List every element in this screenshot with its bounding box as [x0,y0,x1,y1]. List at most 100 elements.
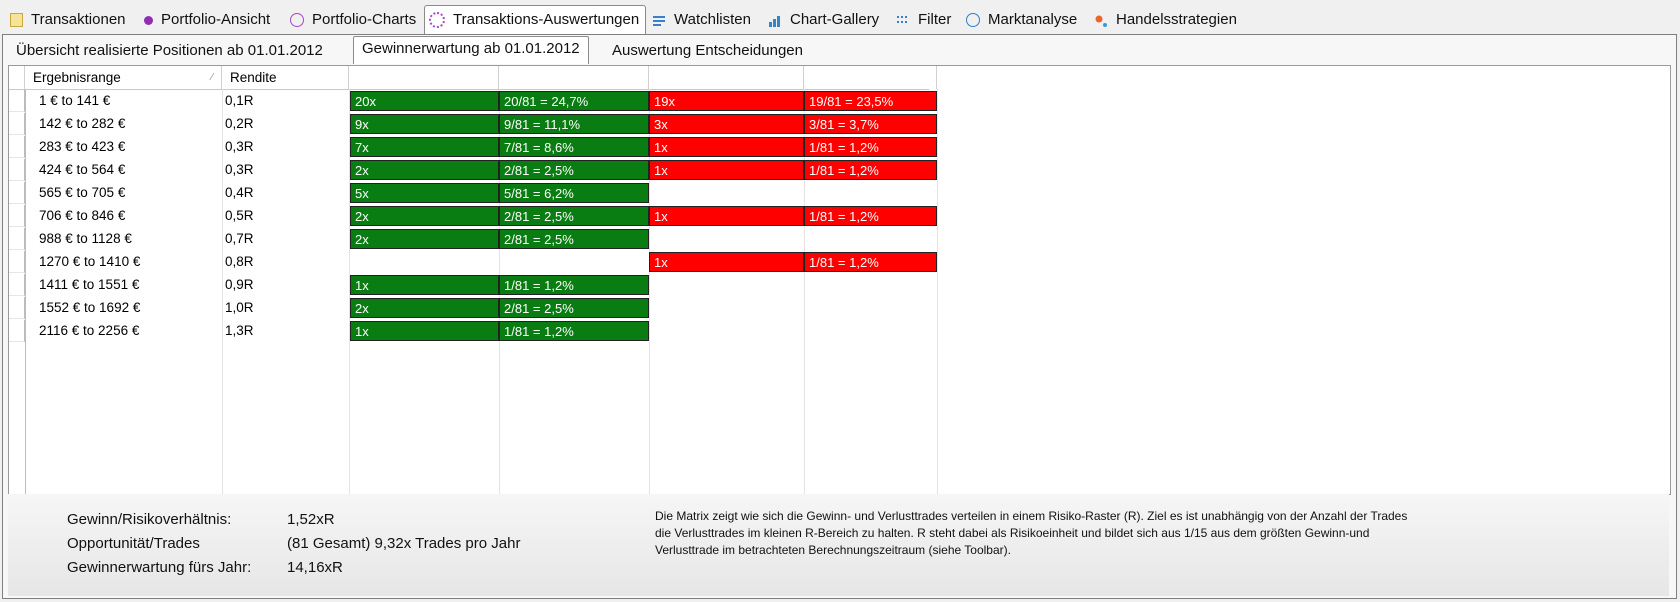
cell-rendite: 0,2R [225,116,254,131]
cell-rendite: 1,3R [225,323,254,338]
win-count-bar: 20x [350,91,499,111]
win-pct-bar: 9/81 = 11,1% [499,114,649,134]
win-count-bar: 2x [350,298,499,318]
op-value: (81 Gesamt) 9,32x Trades pro Jahr [287,535,521,552]
cell-rendite: 0,8R [225,254,254,269]
gr-label: Gewinn/Risikoverhältnis: [67,511,232,528]
cell-range: 142 € to 282 € [39,116,126,131]
loss-pct-bar: 1/81 = 1,2% [804,206,937,226]
tab-handelsstrategien[interactable]: Handelsstrategien [1094,9,1237,31]
cell-rendite: 0,9R [225,277,254,292]
compass-icon [966,13,980,27]
table-row[interactable]: 565 € to 705 € 0,4R 5x 5/81 = 6,2% [9,182,929,204]
tab-portfolio-charts[interactable]: Portfolio-Charts [290,9,416,31]
table-row[interactable]: 1552 € to 1692 € 1,0R 2x 2/81 = 2,5% [9,297,929,319]
tab-watchlisten[interactable]: Watchlisten [652,9,751,31]
win-count-bar: 2x [350,160,499,180]
win-count-bar: 2x [350,229,499,249]
row-selector[interactable] [9,251,25,273]
tab-transaktions-auswertungen[interactable]: Transaktions-Auswertungen [424,5,647,34]
cell-range: 1552 € to 1692 € [39,300,141,315]
row-selector[interactable] [9,182,25,204]
gr-value: 1,52xR [287,511,335,528]
cell-rendite: 1,0R [225,300,254,315]
win-count-bar: 1x [350,321,499,341]
win-pct-bar: 2/81 = 2,5% [499,206,649,226]
win-pct-bar: 20/81 = 24,7% [499,91,649,111]
chart-icon [768,13,782,27]
tab-portfolio-ansicht[interactable]: Portfolio-Ansicht [142,9,270,31]
loss-count-bar: 1x [649,137,804,157]
table-row[interactable]: 283 € to 423 € 0,3R 7x 7/81 = 8,6% 1x 1/81 = … [9,136,937,158]
dot-icon [144,15,153,25]
result-matrix-grid[interactable]: Ergebnisrange ⁄ Rendite 1 € to 141 € 0,1R… [8,65,1671,495]
tab-marktanalyse[interactable]: Marktanalyse [966,9,1077,31]
header-ergebnisrange[interactable]: Ergebnisrange ⁄ [25,66,222,89]
cell-range: 988 € to 1128 € [39,231,132,246]
win-count-bar: 2x [350,206,499,226]
win-count-bar: 1x [350,275,499,295]
table-row[interactable]: 424 € to 564 € 0,3R 2x 2/81 = 2,5% 1x 1/81 = … [9,159,937,181]
tab-transaktionen[interactable]: Transaktionen [10,9,126,31]
win-pct-bar: 2/81 = 2,5% [499,229,649,249]
row-selector[interactable] [9,228,25,250]
cell-rendite: 0,3R [225,162,254,177]
header-win-count[interactable] [349,66,499,89]
win-pct-bar: 2/81 = 2,5% [499,160,649,180]
loss-count-bar: 1x [649,206,804,226]
cell-range: 424 € to 564 € [39,162,126,177]
table-row[interactable]: 1411 € to 1551 € 0,9R 1x 1/81 = 1,2% [9,274,929,296]
subtab-uebersicht[interactable]: Übersicht realisierte Positionen ab 01.0… [8,39,331,63]
cell-rendite: 0,5R [225,208,254,223]
row-selector[interactable] [9,136,25,158]
table-row[interactable]: 2116 € to 2256 € 1,3R 1x 1/81 = 1,2% [9,320,929,342]
row-selector[interactable] [9,274,25,296]
loss-pct-bar: 19/81 = 23,5% [804,91,937,111]
row-selector[interactable] [9,90,25,112]
loss-pct-bar: 1/81 = 1,2% [804,252,937,272]
loss-count-bar: 1x [649,252,804,272]
table-row[interactable]: 1 € to 141 € 0,1R 20x 20/81 = 24,7% 19x 19/81… [9,90,937,112]
matrix-explanation: Die Matrix zeigt wie sich die Gewinn- un… [655,509,1408,557]
circle-icon [290,13,304,27]
loss-pct-bar: 1/81 = 1,2% [804,160,937,180]
op-label: Opportunität/Trades [67,535,200,552]
loss-count-bar: 3x [649,114,804,134]
row-selector[interactable] [9,159,25,181]
cell-range: 1270 € to 1410 € [39,254,141,269]
watchlist-icon [652,13,666,27]
table-row[interactable]: 1270 € to 1410 € 0,8R 1x 1/81 = 1,2% [9,251,937,273]
cell-rendite: 0,4R [225,185,254,200]
win-pct-bar: 1/81 = 1,2% [499,321,649,341]
cell-rendite: 0,3R [225,139,254,154]
row-selector[interactable] [9,205,25,227]
row-selector[interactable] [9,297,25,319]
ge-value: 14,16xR [287,559,343,576]
header-loss-pct[interactable] [804,66,937,89]
loss-count-bar: 19x [649,91,804,111]
win-count-bar: 7x [350,137,499,157]
loss-pct-bar: 3/81 = 3,7% [804,114,937,134]
cell-range: 1411 € to 1551 € [39,277,140,292]
loss-pct-bar: 1/81 = 1,2% [804,137,937,157]
cell-rendite: 0,7R [225,231,254,246]
header-loss-count[interactable] [649,66,804,89]
win-pct-bar: 7/81 = 8,6% [499,137,649,157]
header-win-pct[interactable] [499,66,649,89]
grid-divider [937,89,938,494]
subtab-auswertung-entscheidungen[interactable]: Auswertung Entscheidungen [604,39,811,63]
cell-range: 706 € to 846 € [39,208,126,223]
header-row-selector [9,66,25,89]
table-row[interactable]: 706 € to 846 € 0,5R 2x 2/81 = 2,5% 1x 1/81 = … [9,205,937,227]
subtab-gewinnerwartung[interactable]: Gewinnerwartung ab 01.01.2012 [353,36,589,64]
cell-rendite: 0,1R [225,93,254,108]
tab-filter[interactable]: Filter [896,9,951,31]
row-selector[interactable] [9,113,25,135]
table-row[interactable]: 142 € to 282 € 0,2R 9x 9/81 = 11,1% 3x 3/81 =… [9,113,937,135]
row-selector[interactable] [9,320,25,342]
table-row[interactable]: 988 € to 1128 € 0,7R 2x 2/81 = 2,5% [9,228,929,250]
header-rendite[interactable]: Rendite [222,66,349,89]
loss-count-bar: 1x [649,160,804,180]
tab-chart-gallery[interactable]: Chart-Gallery [768,9,879,31]
win-pct-bar: 1/81 = 1,2% [499,275,649,295]
